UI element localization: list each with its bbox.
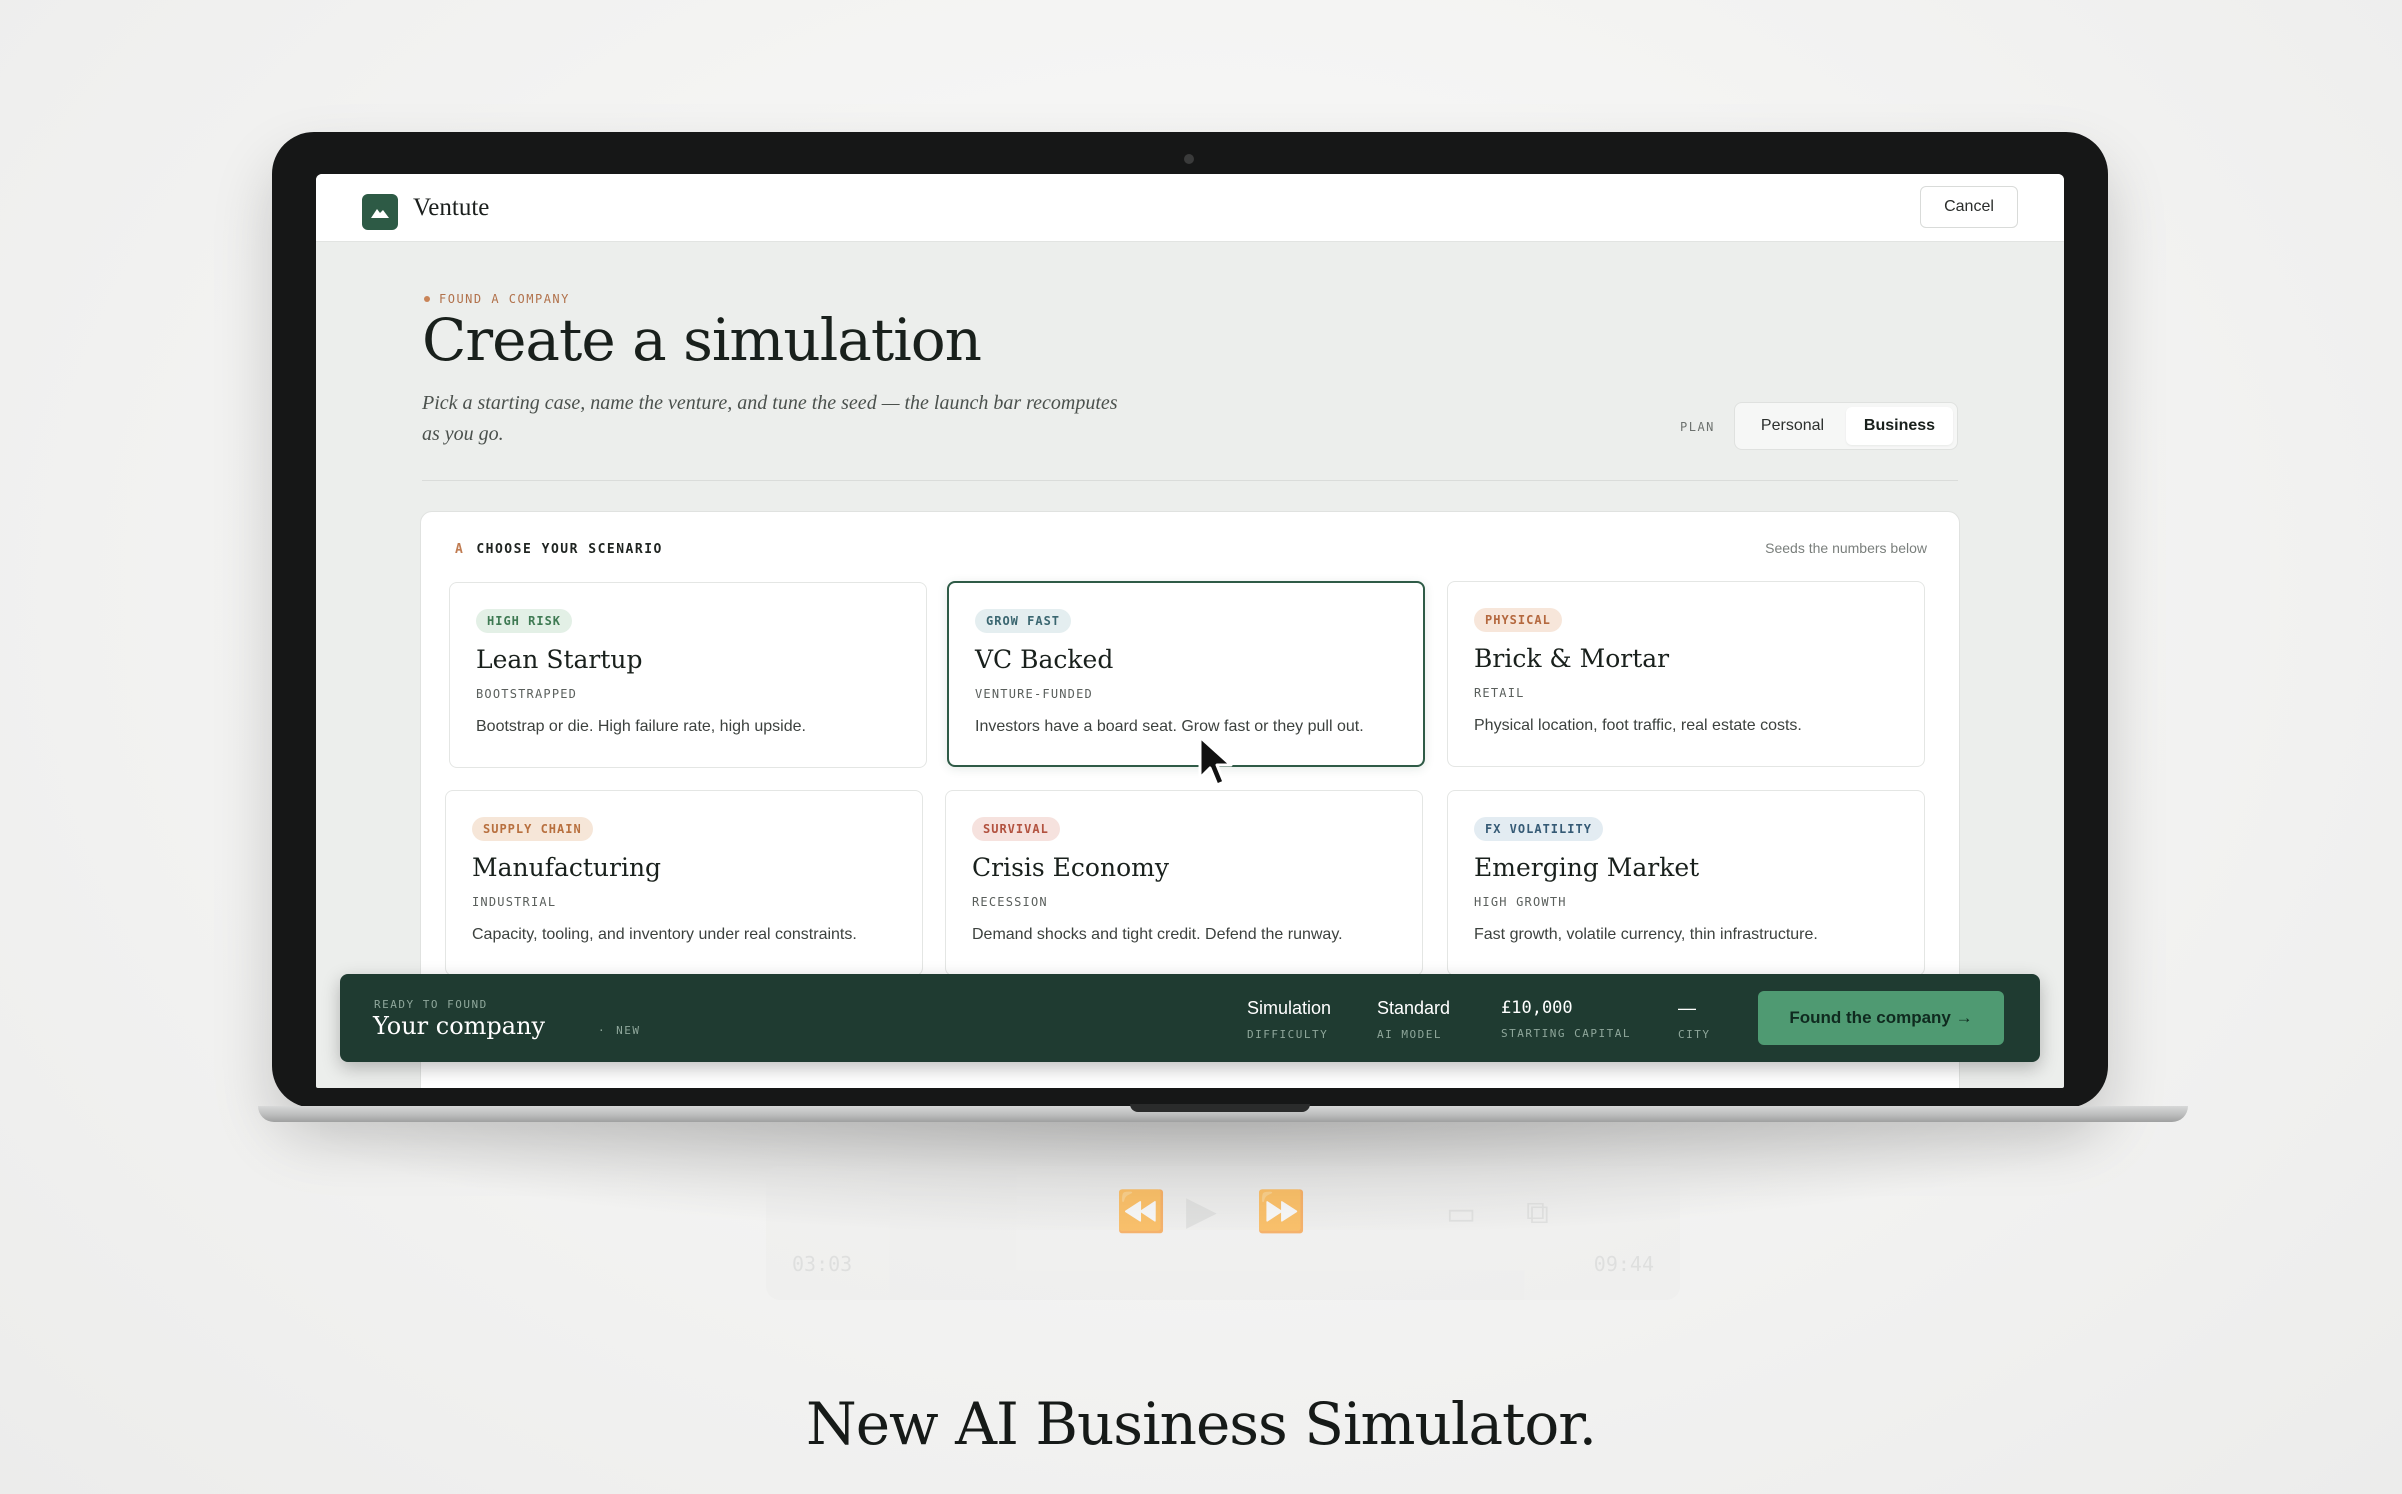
scenario-description: Demand shocks and tight credit. Defend t… [972, 926, 1343, 943]
scenario-description: Capacity, tooling, and inventory under r… [472, 926, 857, 943]
scenario-title: Lean Startup [476, 645, 643, 674]
launch-status-label: NEW [616, 1024, 641, 1037]
stat-label: CITY [1678, 1028, 1711, 1041]
scenario-subtitle: VENTURE-FUNDED [975, 687, 1093, 701]
launch-status: · NEW [598, 1024, 641, 1037]
scenario-note: Seeds the numbers below [1765, 540, 1927, 556]
play-icon[interactable]: ▶ [1186, 1188, 1217, 1234]
stat-label: STARTING CAPITAL [1501, 1027, 1631, 1040]
scenario-badge: PHYSICAL [1474, 608, 1562, 632]
scenario-subtitle: HIGH GROWTH [1474, 895, 1567, 909]
camera-dot [1184, 154, 1194, 164]
scenario-subtitle: RECESSION [972, 895, 1048, 909]
scenario-heading: A CHOOSE YOUR SCENARIO [455, 542, 663, 557]
plan-toggle: Personal Business [1734, 402, 1958, 450]
stat-difficulty: Simulation DIFFICULTY [1247, 998, 1331, 1041]
scenario-subtitle: BOOTSTRAPPED [476, 687, 578, 701]
scenario-badge: HIGH RISK [476, 609, 573, 633]
marketing-headline: New AI Business Simulator. [805, 1390, 1597, 1458]
found-company-button[interactable]: Found the company → [1758, 991, 2004, 1045]
page-title: Create a simulation [422, 306, 982, 374]
scenario-card-vc-backed[interactable]: GROW FAST VC Backed VENTURE-FUNDED Inves… [947, 581, 1425, 767]
scenario-description: Physical location, foot traffic, real es… [1474, 717, 1802, 734]
header-divider [422, 480, 1958, 481]
video-total: 09:44 [1593, 1252, 1654, 1276]
fast-forward-icon[interactable]: ⏩ [1256, 1188, 1306, 1235]
mouse-cursor-icon [1198, 735, 1233, 787]
scenario-card-brick-mortar[interactable]: PHYSICAL Brick & Mortar RETAIL Physical … [1447, 581, 1925, 767]
eyebrow-label: FOUND A COMPANY [439, 292, 570, 306]
plan-label: PLAN [1680, 420, 1715, 434]
scenario-subtitle: INDUSTRIAL [472, 895, 557, 909]
stat-value: Simulation [1247, 998, 1332, 1018]
stat-value: — [1678, 998, 1696, 1018]
launch-bar: READY TO FOUND Your company · NEW Simulat… [340, 974, 2040, 1062]
pip-icon[interactable]: ⧉ [1526, 1194, 1549, 1232]
scenario-badge: SUPPLY CHAIN [472, 817, 593, 841]
rewind-icon[interactable]: ⏪ [1116, 1188, 1166, 1235]
scenario-card-lean-startup[interactable]: HIGH RISK Lean Startup BOOTSTRAPPED Boot… [449, 582, 927, 768]
scenario-title: VC Backed [975, 645, 1114, 674]
stat-city: — CITY [1678, 998, 1711, 1041]
page-eyebrow: FOUND A COMPANY [424, 292, 570, 306]
scenario-description: Bootstrap or die. High failure rate, hig… [476, 718, 806, 735]
app-header: Ventute Cancel [316, 174, 2064, 242]
laptop-notch [1130, 1104, 1310, 1112]
scenario-badge: GROW FAST [975, 609, 1072, 633]
app-name: Ventute [413, 194, 490, 221]
stat-value: Standard [1377, 998, 1451, 1018]
screen-icon[interactable]: ▭ [1446, 1194, 1476, 1232]
logo-mountain-icon [362, 194, 398, 230]
scenario-subtitle: RETAIL [1474, 686, 1525, 700]
scenario-title: Emerging Market [1474, 853, 1700, 882]
scenario-badge: SURVIVAL [972, 817, 1060, 841]
section-letter: A [455, 542, 465, 557]
scenario-title: Crisis Economy [972, 853, 1169, 882]
video-elapsed: 03:03 [792, 1252, 853, 1276]
scenario-description: Fast growth, volatile currency, thin inf… [1474, 926, 1818, 943]
app-screen: Ventute Cancel FOUND A COMPANY Create a … [316, 174, 2064, 1088]
plan-option-business[interactable]: Business [1846, 407, 1953, 445]
scenario-title: Brick & Mortar [1474, 644, 1670, 673]
cancel-button[interactable]: Cancel [1920, 186, 2018, 228]
stat-value: £10,000 [1501, 998, 1573, 1018]
stat-label: DIFFICULTY [1247, 1028, 1329, 1041]
scenario-heading-label: CHOOSE YOUR SCENARIO [476, 542, 663, 557]
video-controls: ⏪ ▶ ⏩ ▭ ⧉ 03:03 09:44 [766, 1166, 1680, 1300]
stat-starting-capital: £10,000 STARTING CAPITAL [1501, 998, 1631, 1040]
launch-company-name[interactable]: Your company [373, 1012, 545, 1040]
launch-separator: · [598, 1024, 607, 1037]
scenario-title: Manufacturing [472, 853, 662, 882]
eyebrow-dot-icon [424, 296, 430, 302]
scenario-card-emerging-market[interactable]: FX VOLATILITY Emerging Market HIGH GROWT… [1447, 790, 1925, 976]
scenario-card-crisis-economy[interactable]: SURVIVAL Crisis Economy RECESSION Demand… [945, 790, 1423, 976]
scenario-card-manufacturing[interactable]: SUPPLY CHAIN Manufacturing INDUSTRIAL Ca… [445, 790, 923, 976]
plan-option-personal[interactable]: Personal [1739, 407, 1846, 445]
scenario-description: Investors have a board seat. Grow fast o… [975, 718, 1364, 735]
page-subtitle: Pick a starting case, name the venture, … [422, 392, 1118, 445]
stat-ai-model: Standard AI MODEL [1377, 998, 1450, 1041]
launch-ready-label: READY TO FOUND [374, 998, 488, 1011]
stat-label: AI MODEL [1377, 1028, 1442, 1041]
scenario-badge: FX VOLATILITY [1474, 817, 1603, 841]
